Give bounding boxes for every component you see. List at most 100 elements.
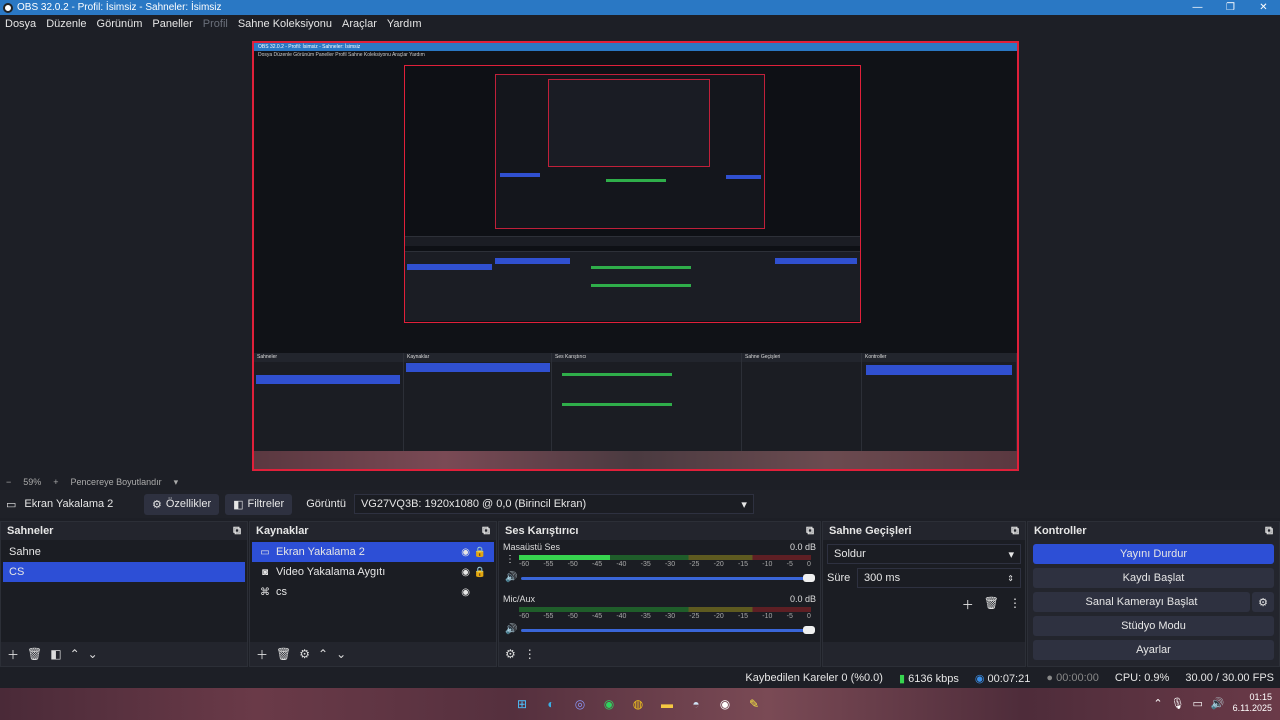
menu-help[interactable]: Yardım (387, 18, 422, 30)
menu-dots-icon[interactable]: ⋮ (1009, 596, 1021, 613)
tick-label: -10 (762, 613, 773, 620)
menu-dots-icon[interactable]: ⋮ (505, 554, 515, 565)
chrome-icon[interactable]: ◍ (628, 694, 648, 714)
edge-icon[interactable]: ◐ (541, 694, 561, 714)
menu-edit[interactable]: Düzenle (46, 18, 86, 30)
editor-icon[interactable]: ✎ (744, 694, 764, 714)
eye-icon[interactable]: ◉ (461, 547, 470, 558)
maximize-button[interactable]: ❐ (1214, 0, 1247, 15)
close-button[interactable]: ✕ (1247, 0, 1280, 15)
trash-icon[interactable]: 🗑 (27, 647, 42, 661)
start-record-button[interactable]: Kaydı Başlat (1033, 568, 1274, 588)
steam-icon[interactable]: ◓ (686, 694, 706, 714)
chevron-up-icon[interactable]: ⌃ (1153, 697, 1162, 710)
source-label: Ekran Yakalama 2 (276, 546, 365, 558)
zoom-out-button[interactable]: − (6, 477, 11, 487)
display-icon[interactable]: ▭ (1193, 697, 1203, 710)
volume-slider-knob[interactable] (803, 626, 815, 634)
undock-icon[interactable]: ⧉ (1011, 525, 1019, 538)
speaker-icon[interactable]: 🔊 (505, 624, 517, 635)
chevron-down-icon[interactable]: ⌄ (336, 647, 346, 661)
trash-icon[interactable]: 🗑 (276, 647, 291, 661)
properties-button[interactable]: ⚙ Özellikler (144, 493, 220, 515)
nested-preview-level3 (548, 79, 710, 167)
transition-select[interactable]: Soldur ▾ (827, 544, 1021, 564)
scene-item[interactable]: CS (3, 562, 245, 582)
volume-icon[interactable]: 🔊 (1211, 697, 1225, 710)
zoom-in-button[interactable]: + (53, 477, 58, 487)
undock-icon[interactable]: ⧉ (1265, 525, 1273, 538)
undock-icon[interactable]: ⧉ (482, 525, 490, 538)
filter-icon[interactable]: ◧ (50, 647, 61, 661)
virtualcam-settings-icon[interactable]: ⚙ (1252, 592, 1274, 612)
tick-label: 0 (807, 561, 811, 568)
chevron-down-icon[interactable]: ⌄ (88, 647, 98, 661)
duration-value: 300 ms (864, 572, 901, 584)
add-icon[interactable]: ＋ (962, 596, 974, 613)
menu-profile[interactable]: Profil (203, 18, 228, 30)
filters-button[interactable]: ◧ Filtreler (225, 493, 293, 515)
source-item[interactable]: ◙ Video Yakalama Aygıtı ◉ 🔒 (252, 562, 494, 582)
studio-mode-button[interactable]: Stüdyo Modu (1033, 616, 1274, 636)
undock-icon[interactable]: ⧉ (233, 525, 241, 538)
undock-icon[interactable]: ⧉ (806, 525, 814, 538)
menu-tools[interactable]: Araçlar (342, 18, 377, 30)
add-icon[interactable]: ＋ (256, 646, 268, 663)
menu-docks[interactable]: Paneller (152, 18, 192, 30)
nested-panel: Ses Karıştırıcı (552, 353, 742, 453)
add-icon[interactable]: ＋ (7, 646, 19, 663)
windows-start-icon[interactable]: ⊞ (512, 694, 532, 714)
trash-icon[interactable]: 🗑 (984, 596, 999, 613)
scene-item[interactable]: Sahne (3, 542, 245, 562)
preview-area[interactable]: OBS 32.0.2 - Profil: İsimsiz - Sahneler:… (0, 33, 1280, 475)
lock-icon[interactable]: 🔒 (474, 567, 486, 578)
zoom-mode[interactable]: Pencereye Boyutlandır (71, 477, 162, 487)
minimize-button[interactable]: — (1181, 0, 1214, 15)
gear-icon[interactable]: ⚙ (299, 647, 310, 661)
chevron-up-icon[interactable]: ⌃ (318, 647, 328, 661)
source-item[interactable]: ⌘ cs ◉ (252, 582, 494, 602)
menu-dots-icon[interactable]: ⋮ (524, 647, 536, 661)
tick-label: -40 (616, 613, 627, 620)
channel-name: Masaüstü Ses (503, 542, 561, 552)
advanced-audio-icon[interactable]: ⚙ (505, 647, 516, 661)
nested-taskbar (254, 451, 1017, 469)
volume-slider[interactable] (521, 629, 809, 632)
microphone-icon[interactable]: 🎙 (1171, 697, 1185, 710)
menu-file[interactable]: Dosya (5, 18, 36, 30)
nested-preview (404, 65, 861, 323)
obs-icon[interactable]: ◉ (715, 694, 735, 714)
source-label: Video Yakalama Aygıtı (276, 566, 386, 578)
meter-ticks: -60 -55 -50 -45 -40 -35 -30 -25 -20 -15 -10 -5 0 (519, 613, 811, 620)
display-select[interactable]: VG27VQ3B: 1920x1080 @ 0,0 (Birincil Ekra… (353, 494, 754, 514)
discord-icon[interactable]: ◎ (570, 694, 590, 714)
nested-bar (775, 258, 857, 264)
volume-slider-knob[interactable] (803, 574, 815, 582)
menu-view[interactable]: Görünüm (97, 18, 143, 30)
preview-canvas[interactable]: OBS 32.0.2 - Profil: İsimsiz - Sahneler:… (252, 41, 1019, 471)
duration-row: Süre 300 ms ⇕ (827, 568, 1021, 588)
duration-input[interactable]: 300 ms ⇕ (857, 568, 1021, 588)
spotify-icon[interactable]: ◉ (599, 694, 619, 714)
spinner-icon[interactable]: ⇕ (1007, 574, 1014, 583)
clock[interactable]: 01:15 6.11.2025 (1233, 692, 1272, 714)
nested-bar (256, 375, 400, 384)
nested-panel: Kontroller (862, 353, 1017, 453)
speaker-icon[interactable]: 🔊 (505, 572, 517, 583)
volume-slider[interactable] (521, 577, 809, 580)
chevron-up-icon[interactable]: ⌃ (70, 647, 80, 661)
stop-stream-button[interactable]: Yayını Durdur (1033, 544, 1274, 564)
eye-icon[interactable]: ◉ (461, 587, 470, 598)
menu-scene-collection[interactable]: Sahne Koleksiyonu (238, 18, 332, 30)
source-item[interactable]: ▭ Ekran Yakalama 2 ◉ 🔒 (252, 542, 494, 562)
mixer-body: Masaüstü Ses 0.0 dB ⋮ -60 -55 -50 -45 -40 -35… (499, 540, 820, 642)
chevron-down-icon[interactable]: ▾ (174, 477, 179, 488)
settings-button[interactable]: Ayarlar (1033, 640, 1274, 660)
nested-bar (606, 179, 666, 182)
tick-label: -45 (591, 613, 603, 620)
file-explorer-icon[interactable]: ▬ (657, 694, 677, 714)
nested-bar (866, 365, 1012, 375)
eye-icon[interactable]: ◉ (461, 567, 470, 578)
lock-icon[interactable]: 🔒 (474, 547, 486, 558)
start-virtualcam-button[interactable]: Sanal Kamerayı Başlat (1033, 592, 1250, 612)
